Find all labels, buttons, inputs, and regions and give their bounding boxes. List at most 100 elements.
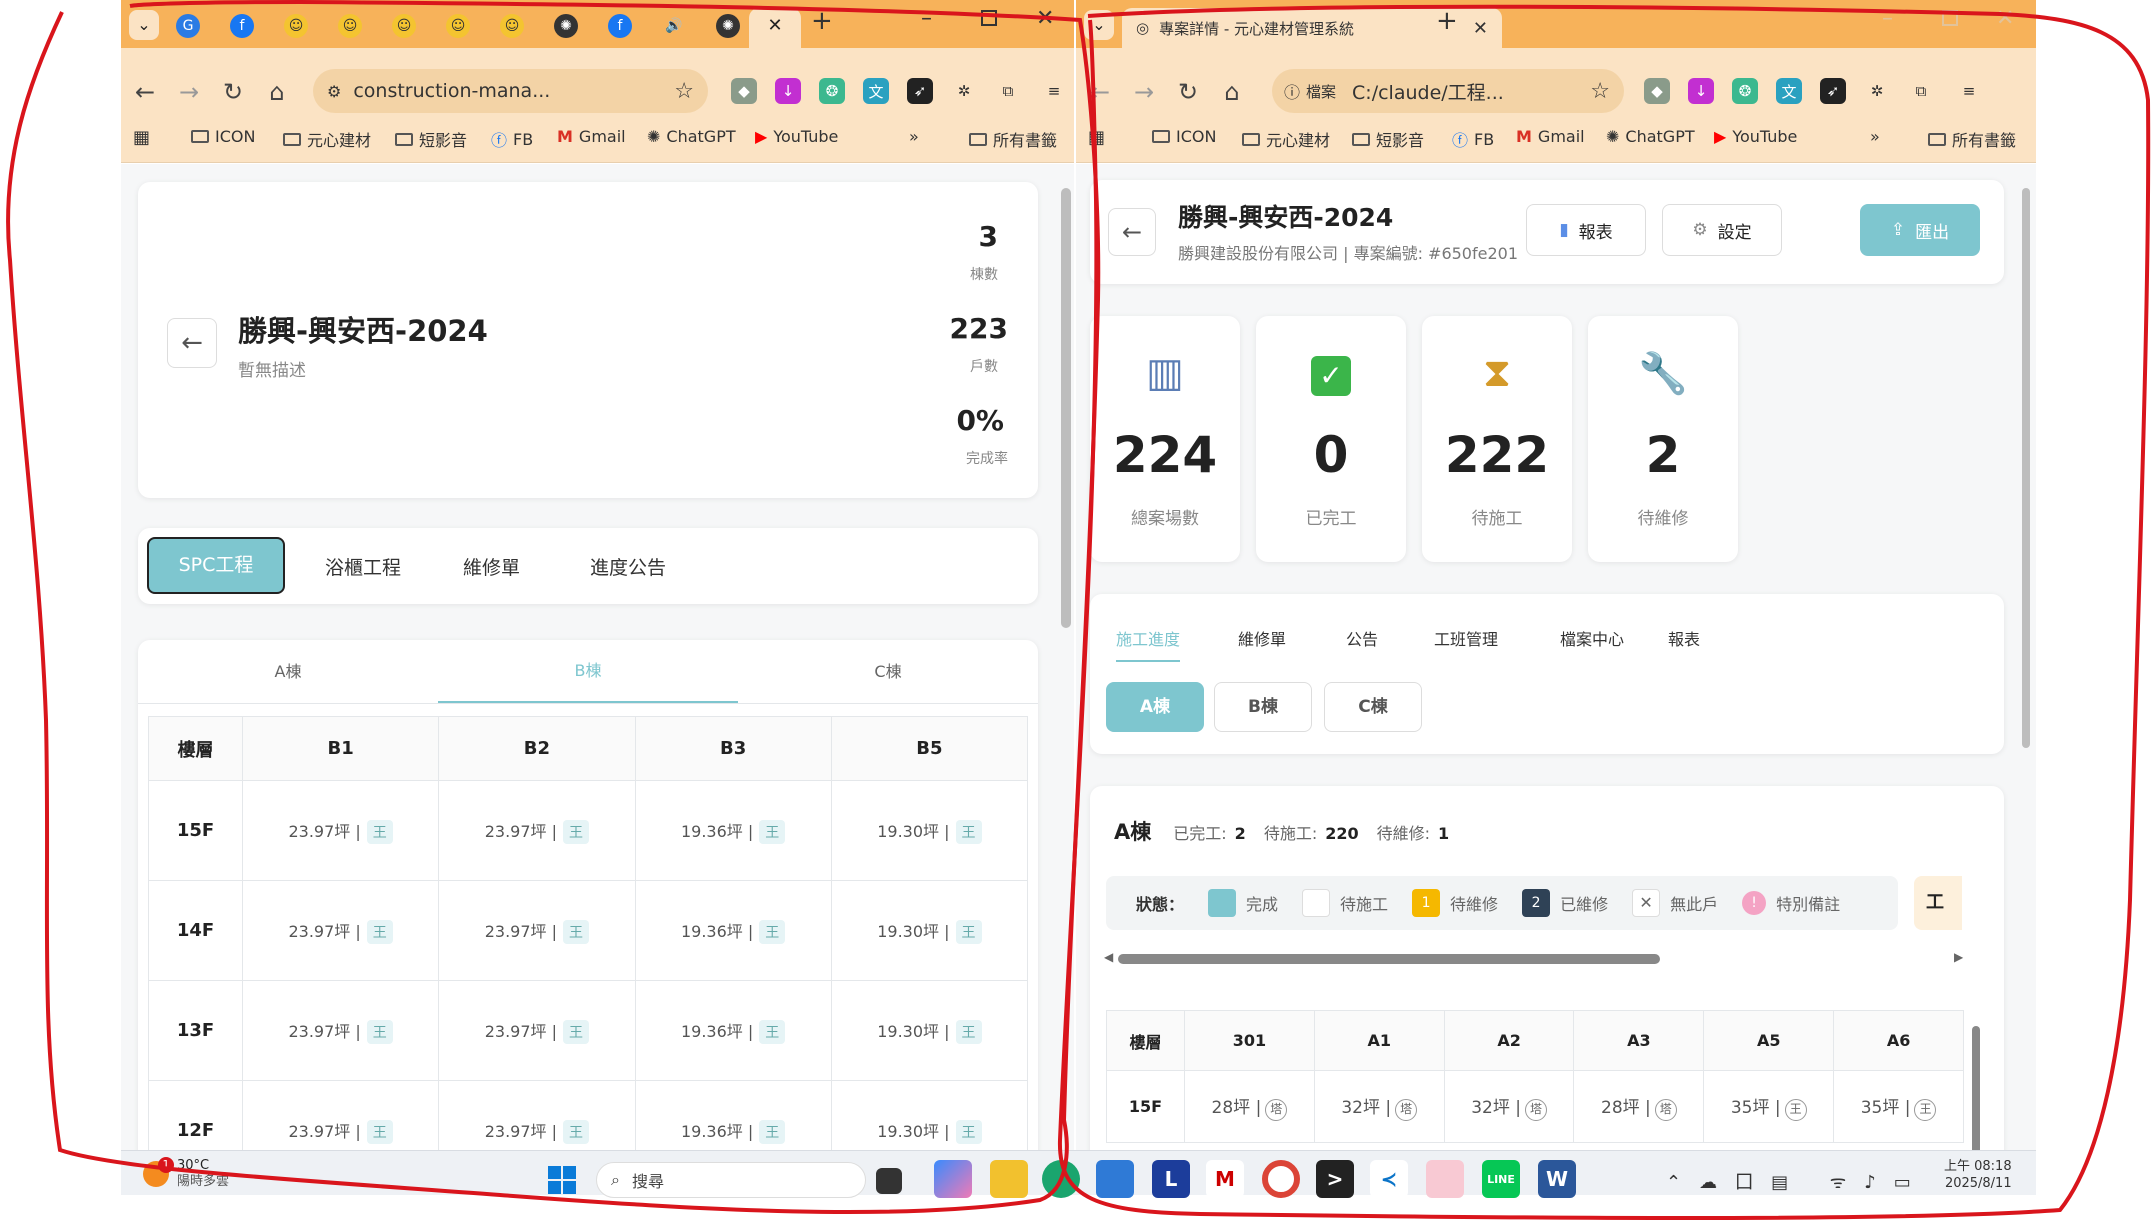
new-tab-button[interactable]: + (811, 6, 833, 36)
unit-cell[interactable]: 23.97坪 | 王 (438, 780, 636, 881)
unit-cell[interactable]: 19.36坪 | 王 (634, 780, 832, 881)
bookmark-chatgpt[interactable]: ✺ ChatGPT (647, 127, 736, 146)
bookmark-yuanxin[interactable]: 元心建材 (1242, 127, 1330, 151)
extension-icon[interactable]: ✲ (1864, 78, 1890, 104)
start-icon[interactable] (548, 1166, 576, 1194)
emoji-tab-icon[interactable]: ☺ (392, 14, 416, 38)
edge-icon[interactable] (1042, 1160, 1080, 1198)
close-tab-icon[interactable]: ✕ (1473, 18, 1488, 39)
home-icon[interactable]: ⌂ (1214, 74, 1250, 110)
bookmark-chatgpt[interactable]: ✺ ChatGPT (1606, 127, 1695, 146)
emoji-tab-icon[interactable]: ☺ (284, 14, 308, 38)
facebook-tab-icon[interactable]: f (608, 14, 632, 38)
all-bookmarks[interactable]: 所有書籤 (1928, 127, 2016, 151)
unit-cell[interactable]: 19.30坪 | 王 (830, 980, 1029, 1081)
app-icon[interactable] (1426, 1160, 1464, 1198)
report-button[interactable]: ▮ 報表 (1526, 204, 1646, 256)
bookmark-star-icon[interactable]: ☆ (674, 79, 694, 104)
unit-cell[interactable]: 28坪 | 塔 (1573, 1070, 1705, 1143)
tab-progress[interactable]: 施工進度 (1116, 626, 1181, 662)
bookmark-gmail[interactable]: M Gmail (557, 127, 626, 146)
emoji-tab-icon[interactable]: ☺ (500, 14, 524, 38)
right-scrollbar[interactable] (2022, 188, 2030, 748)
store-icon[interactable] (1096, 1160, 1134, 1198)
extension-icon[interactable]: ➶ (1820, 78, 1846, 104)
extensions-puzzle-icon[interactable]: ⧉ (995, 78, 1021, 104)
info-icon[interactable]: ⓘ (1284, 79, 1300, 103)
unit-cell[interactable]: 19.30坪 | 王 (830, 780, 1029, 881)
export-button[interactable]: ⇪ 匯出 (1860, 204, 1980, 256)
tab-announcement[interactable]: 公告 (1346, 626, 1378, 650)
tab-crew[interactable]: 工班管理 (1434, 626, 1498, 650)
building-tab-b[interactable]: B棟 (438, 640, 738, 704)
bookmark-yuanxin[interactable]: 元心建材 (283, 127, 371, 151)
emoji-tab-icon[interactable]: ☺ (338, 14, 362, 38)
minimize-button[interactable]: – (921, 6, 932, 31)
chrome-icon[interactable] (1262, 1160, 1300, 1198)
unit-cell[interactable]: 23.97坪 | 王 (241, 880, 440, 981)
extension-icon[interactable]: ◆ (731, 78, 757, 104)
maximize-button[interactable] (1942, 10, 1958, 26)
maximize-button[interactable] (981, 10, 997, 26)
scroll-right-arrow[interactable]: ▶ (1954, 950, 1963, 964)
bookmark-youtube[interactable]: ▶ YouTube (755, 127, 838, 146)
task-view-icon[interactable] (876, 1168, 902, 1194)
weather-widget[interactable]: 30°C 陽時多雲 (143, 1158, 229, 1190)
extension-icon[interactable]: ◆ (1644, 78, 1670, 104)
extension-icon[interactable]: ↓ (1688, 78, 1714, 104)
more-bookmarks-icon[interactable]: » (909, 127, 919, 146)
facebook-tab-icon[interactable]: f (230, 14, 254, 38)
bookmark-icon-folder[interactable]: ICON (191, 127, 255, 146)
apps-icon[interactable]: ▦ (133, 127, 150, 148)
building-tab-a[interactable]: A棟 (138, 640, 438, 704)
taskbar-search[interactable]: ⌕ 搜尋 (596, 1162, 866, 1198)
unit-cell[interactable]: 32坪 | 塔 (1443, 1070, 1575, 1143)
tab-files[interactable]: 檔案中心 (1560, 626, 1624, 650)
extension-icon[interactable]: ❂ (819, 78, 845, 104)
extension-icon[interactable]: ↓ (775, 78, 801, 104)
address-bar[interactable]: ⓘ 檔案 C:/claude/工程... ☆ (1272, 69, 1624, 113)
building-button-a[interactable]: A棟 (1106, 682, 1204, 732)
line-icon[interactable]: LINE (1482, 1160, 1520, 1198)
unit-cell[interactable]: 23.97坪 | 王 (241, 980, 440, 1081)
reload-icon[interactable]: ↻ (215, 74, 251, 110)
back-icon[interactable]: ← (1082, 74, 1118, 110)
unit-cell[interactable]: 28坪 | 塔 (1184, 1070, 1315, 1143)
bookmark-short-video[interactable]: 短影音 (1352, 127, 1424, 151)
reload-icon[interactable]: ↻ (1170, 74, 1206, 110)
unit-cell[interactable]: 19.30坪 | 王 (830, 880, 1029, 981)
media-control-icon[interactable]: ≡ (1041, 78, 1067, 104)
unit-cell[interactable]: 19.36坪 | 王 (634, 980, 832, 1081)
terminal-icon[interactable]: > (1316, 1160, 1354, 1198)
media-control-icon[interactable]: ≡ (1956, 78, 1982, 104)
close-window-button[interactable]: ✕ (1996, 6, 2014, 31)
google-tab-icon[interactable]: G (176, 14, 200, 38)
unit-cell[interactable]: 23.97坪 | 王 (438, 1080, 636, 1150)
unit-cell[interactable]: 19.36坪 | 王 (634, 1080, 832, 1150)
bookmark-youtube[interactable]: ▶ YouTube (1714, 127, 1797, 146)
chatgpt-tab-icon[interactable]: ✺ (554, 14, 578, 38)
audio-tab-icon[interactable]: 🔊 (662, 14, 686, 38)
home-icon[interactable]: ⌂ (259, 74, 295, 110)
bookmark-short-video[interactable]: 短影音 (395, 127, 467, 151)
tab-search-button[interactable]: ⌄ (1084, 10, 1114, 40)
emoji-tab-icon[interactable]: ☺ (446, 14, 470, 38)
tab-announcement[interactable]: 進度公告 (590, 553, 666, 580)
back-icon[interactable]: ← (127, 74, 163, 110)
app-l-icon[interactable]: L (1152, 1160, 1190, 1198)
unit-cell[interactable]: 32坪 | 塔 (1313, 1070, 1445, 1143)
clock[interactable]: 上午 08:18 2025/8/11 (1944, 1158, 2012, 1192)
tab-spc[interactable]: SPC工程 (147, 537, 285, 594)
tab-report[interactable]: 報表 (1668, 626, 1700, 650)
vscode-icon[interactable]: ≺ (1370, 1160, 1408, 1198)
left-scrollbar[interactable] (1061, 188, 1071, 628)
mcafee-icon[interactable]: M (1206, 1160, 1244, 1198)
tab-repair[interactable]: 維修單 (1238, 626, 1286, 650)
building-button-b[interactable]: B棟 (1214, 682, 1312, 732)
more-bookmarks-icon[interactable]: » (1870, 127, 1880, 146)
bookmark-fb[interactable]: ⓕ FB (491, 127, 533, 151)
bookmark-star-icon[interactable]: ☆ (1590, 79, 1610, 104)
bookmark-gmail[interactable]: M Gmail (1516, 127, 1585, 146)
extension-icon[interactable]: ❂ (1732, 78, 1758, 104)
table-vertical-scrollbar[interactable] (1972, 1026, 1980, 1150)
